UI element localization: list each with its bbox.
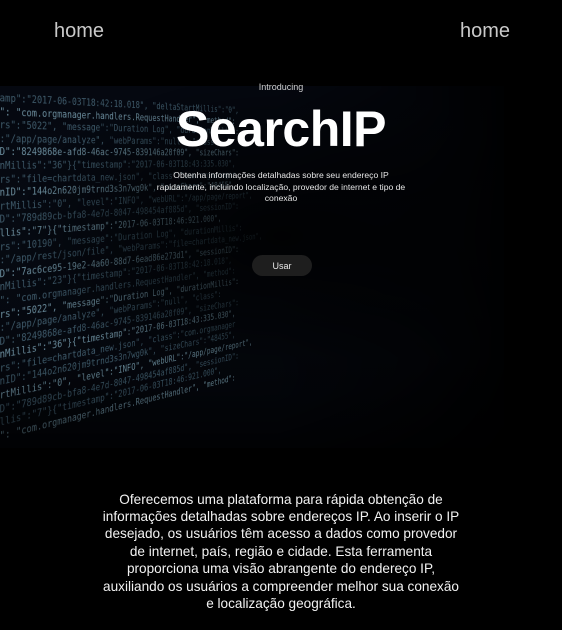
hero-title: SearchIP bbox=[175, 101, 387, 157]
nav-home-link-left[interactable]: home bbox=[54, 20, 104, 43]
nav-home-link-right[interactable]: home bbox=[460, 20, 510, 43]
hero-eyebrow: Introducing bbox=[258, 82, 304, 92]
hero-subtitle: Obtenha informações detalhadas sobre seu… bbox=[156, 170, 406, 203]
about-paragraph: Oferecemos uma plataforma para rápida ob… bbox=[102, 491, 460, 612]
landing-page: home home tamp":"2017-06-03T18:42:18.018… bbox=[0, 0, 562, 630]
use-button[interactable]: Usar bbox=[252, 255, 312, 276]
